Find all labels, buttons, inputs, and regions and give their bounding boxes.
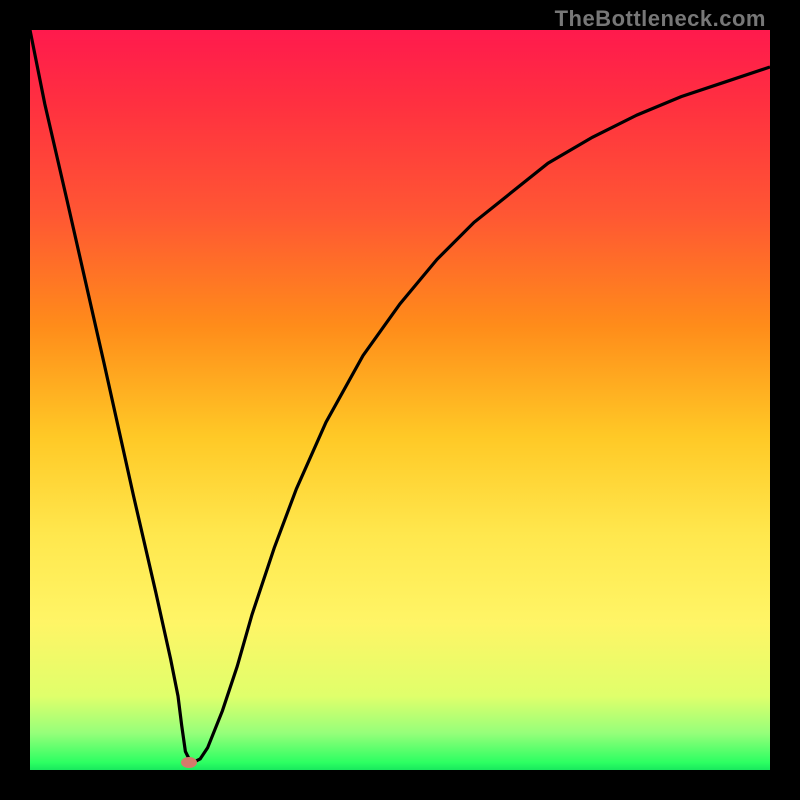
minimum-marker xyxy=(181,757,197,768)
bottleneck-curve xyxy=(30,30,770,770)
plot-area xyxy=(30,30,770,770)
curve-path xyxy=(30,30,770,763)
chart-frame: TheBottleneck.com xyxy=(0,0,800,800)
watermark-text: TheBottleneck.com xyxy=(555,6,766,32)
